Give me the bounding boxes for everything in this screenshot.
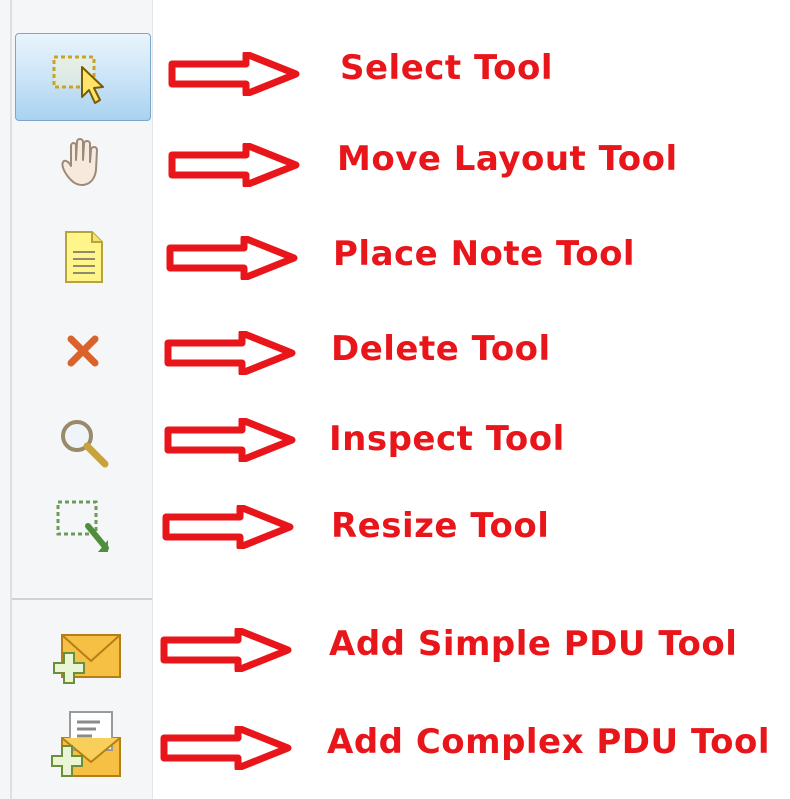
- move-layout-tool-button[interactable]: [15, 118, 151, 206]
- resize-tool-button[interactable]: [15, 485, 151, 573]
- select-tool-button[interactable]: [15, 33, 151, 121]
- arrow-right-icon: [164, 418, 296, 462]
- arrow-right-icon: [162, 505, 294, 549]
- open-envelope-plus-icon: [51, 711, 121, 777]
- label-move-layout-tool: Move Layout Tool: [337, 139, 678, 179]
- tool-palette: [0, 0, 153, 799]
- toolbar-edge: [10, 0, 12, 799]
- arrow-right-icon: [168, 52, 300, 96]
- arrow-right-icon: [166, 236, 298, 280]
- resize-icon: [56, 500, 109, 552]
- delete-x-icon: [67, 335, 99, 367]
- toolbar-separator: [12, 598, 152, 600]
- add-complex-pdu-tool-button[interactable]: [15, 700, 151, 788]
- label-place-note-tool: Place Note Tool: [333, 234, 636, 274]
- label-inspect-tool: Inspect Tool: [329, 419, 565, 459]
- select-icon: [52, 55, 104, 104]
- label-resize-tool: Resize Tool: [331, 506, 550, 546]
- place-note-tool-button[interactable]: [15, 212, 151, 300]
- note-icon: [65, 231, 103, 283]
- hand-icon: [61, 138, 98, 186]
- label-select-tool: Select Tool: [340, 48, 554, 88]
- arrow-right-icon: [160, 628, 292, 672]
- magnifier-icon: [61, 420, 109, 468]
- delete-tool-button[interactable]: [15, 307, 151, 395]
- label-add-complex-pdu-tool: Add Complex PDU Tool: [327, 722, 771, 762]
- label-delete-tool: Delete Tool: [331, 329, 551, 369]
- arrow-right-icon: [164, 331, 296, 375]
- arrow-right-icon: [160, 726, 292, 770]
- arrow-right-icon: [168, 143, 300, 187]
- envelope-plus-icon: [53, 634, 121, 684]
- label-add-simple-pdu-tool: Add Simple PDU Tool: [329, 624, 738, 664]
- add-simple-pdu-tool-button[interactable]: [15, 612, 151, 700]
- inspect-tool-button[interactable]: [15, 398, 151, 486]
